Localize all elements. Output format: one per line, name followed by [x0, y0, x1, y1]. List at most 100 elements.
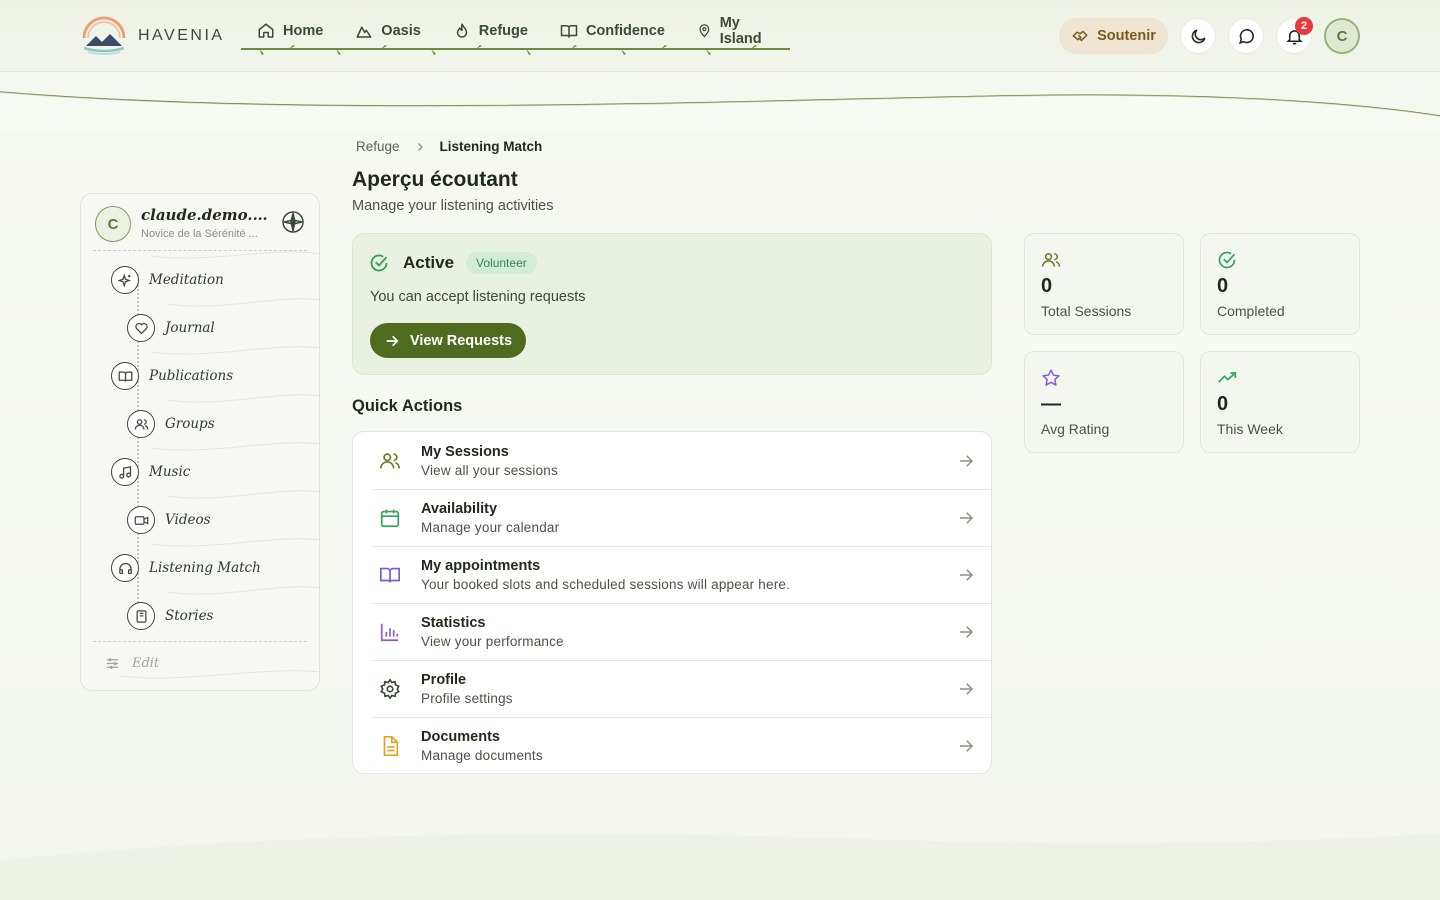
sidebar-item-publications[interactable]: Publications — [111, 360, 233, 392]
sidebar-user-level: Novice de la Sérénité ... — [141, 228, 258, 240]
mountain-icon — [356, 26, 372, 38]
heart-icon — [127, 314, 155, 342]
handshake-icon — [1072, 30, 1088, 42]
sparkles-icon — [111, 266, 139, 294]
headphones-icon — [111, 554, 139, 582]
listener-status-card: Active Volunteer You can accept listenin… — [352, 233, 992, 375]
stat-card-completed: 0 Completed — [1200, 233, 1360, 335]
sidebar-item-label: Music — [149, 464, 191, 480]
stat-label: This Week — [1217, 421, 1283, 437]
stat-value: — — [1041, 393, 1061, 415]
quick-action-availability[interactable]: Availability Manage your calendar — [353, 489, 991, 546]
video-icon — [127, 506, 155, 534]
theme-toggle-button[interactable] — [1180, 18, 1216, 54]
stat-card-avg-rating: — Avg Rating — [1024, 351, 1184, 453]
quick-action-desc: View all your sessions — [421, 463, 558, 478]
quick-action-desc: Profile settings — [421, 691, 513, 706]
sidebar-divider — [93, 641, 307, 642]
nav-vine-underline — [241, 45, 790, 55]
quick-action-profile[interactable]: Profile Profile settings — [353, 660, 991, 717]
breadcrumb: Refuge Listening Match — [356, 139, 542, 154]
nav-item-my-island[interactable]: My Island — [681, 14, 790, 48]
sliders-icon — [106, 658, 119, 669]
stat-label: Total Sessions — [1041, 303, 1132, 319]
sidebar-item-journal[interactable]: Journal — [127, 312, 215, 344]
status-text: You can accept listening requests — [370, 289, 586, 305]
nav-item-label: Oasis — [381, 23, 421, 39]
sidebar-item-music[interactable]: Music — [111, 456, 190, 488]
sidebar-item-label: Listening Match — [149, 560, 261, 576]
users-icon — [380, 453, 400, 469]
stat-card-total-sessions: 0 Total Sessions — [1024, 233, 1184, 335]
background-wave-top — [0, 91, 1440, 132]
view-requests-button[interactable]: View Requests — [370, 323, 526, 358]
quick-action-my-appointments[interactable]: My appointments Your booked slots and sc… — [353, 546, 991, 603]
arrow-right-icon — [960, 683, 974, 695]
gear-icon — [380, 678, 400, 700]
stat-value: 0 — [1217, 393, 1229, 415]
sidebar-item-label: Videos — [165, 512, 211, 528]
trending-up-icon — [1218, 372, 1237, 383]
quick-action-desc: Manage your calendar — [421, 520, 560, 535]
file-text-icon — [383, 736, 399, 756]
book-open-icon — [111, 362, 139, 390]
book-open-icon — [560, 25, 578, 38]
background-wave-bottom — [0, 834, 1440, 900]
sidebar-panel: C claude.demo.des... Novice de la Séréni… — [80, 193, 320, 691]
support-button[interactable]: Soutenir — [1059, 18, 1168, 54]
nav-item-label: My Island — [719, 15, 762, 47]
nav-item-home[interactable]: Home — [241, 14, 339, 48]
breadcrumb-parent-link[interactable]: Refuge — [356, 139, 400, 154]
stat-value: 0 — [1041, 275, 1053, 297]
quick-action-documents[interactable]: Documents Manage documents — [353, 717, 991, 773]
music-icon — [111, 458, 139, 486]
check-circle-icon — [370, 254, 388, 272]
quick-action-statistics[interactable]: Statistics View your performance — [353, 603, 991, 660]
users-icon — [127, 410, 155, 438]
arrow-right-icon — [386, 335, 399, 346]
sidebar-user-name: claude.demo.des... — [141, 206, 271, 224]
sidebar-item-meditation[interactable]: Meditation — [111, 264, 224, 296]
calendar-icon — [380, 509, 400, 528]
sidebar-item-groups[interactable]: Groups — [127, 408, 215, 440]
home-icon — [258, 23, 274, 38]
logo-mark-icon — [82, 16, 126, 55]
quick-action-my-sessions[interactable]: My Sessions View all your sessions — [353, 432, 991, 489]
stat-value: 0 — [1217, 275, 1229, 297]
sidebar-item-listening-match[interactable]: Listening Match — [111, 552, 261, 584]
nav-item-refuge[interactable]: Refuge — [437, 14, 544, 48]
stat-label: Completed — [1217, 303, 1285, 319]
bar-chart-icon — [380, 623, 399, 642]
top-header: HAVENIA Home Oasis Refuge Confidence My … — [0, 0, 1440, 72]
chevron-right-icon — [417, 142, 423, 151]
sidebar-user[interactable]: C claude.demo.des... Novice de la Séréni… — [95, 204, 307, 244]
breadcrumb-current: Listening Match — [439, 139, 543, 154]
book-open-icon — [380, 567, 400, 583]
quick-action-name: Profile — [421, 672, 467, 688]
quick-action-name: My appointments — [421, 558, 541, 574]
star-icon — [1042, 369, 1060, 386]
sidebar-item-stories[interactable]: Stories — [127, 600, 214, 632]
sidebar-item-label: Groups — [165, 416, 215, 432]
flame-icon — [456, 23, 468, 38]
sidebar-item-videos[interactable]: Videos — [127, 504, 211, 536]
quick-action-name: Documents — [421, 729, 500, 745]
messages-button[interactable] — [1228, 18, 1264, 54]
sidebar-item-label: Stories — [165, 608, 214, 624]
support-label: Soutenir — [1097, 28, 1156, 44]
sidebar-avatar: C — [95, 206, 131, 242]
nav-item-confidence[interactable]: Confidence — [544, 14, 681, 48]
sidebar-edit-button[interactable]: Edit — [105, 656, 159, 671]
user-avatar[interactable]: C — [1324, 18, 1360, 54]
stat-card-this-week: 0 This Week — [1200, 351, 1360, 453]
page-title: Aperçu écoutant — [352, 168, 518, 191]
book-icon — [127, 602, 155, 630]
brand-logo[interactable]: HAVENIA — [80, 16, 225, 56]
sidebar-edit-label: Edit — [132, 656, 160, 671]
nav-item-label: Home — [283, 23, 324, 39]
nav-item-oasis[interactable]: Oasis — [339, 14, 437, 48]
check-circle-icon — [1218, 251, 1236, 269]
quick-action-desc: Manage documents — [421, 748, 543, 763]
sidebar-item-label: Publications — [149, 368, 234, 384]
compass-icon[interactable] — [281, 210, 305, 234]
